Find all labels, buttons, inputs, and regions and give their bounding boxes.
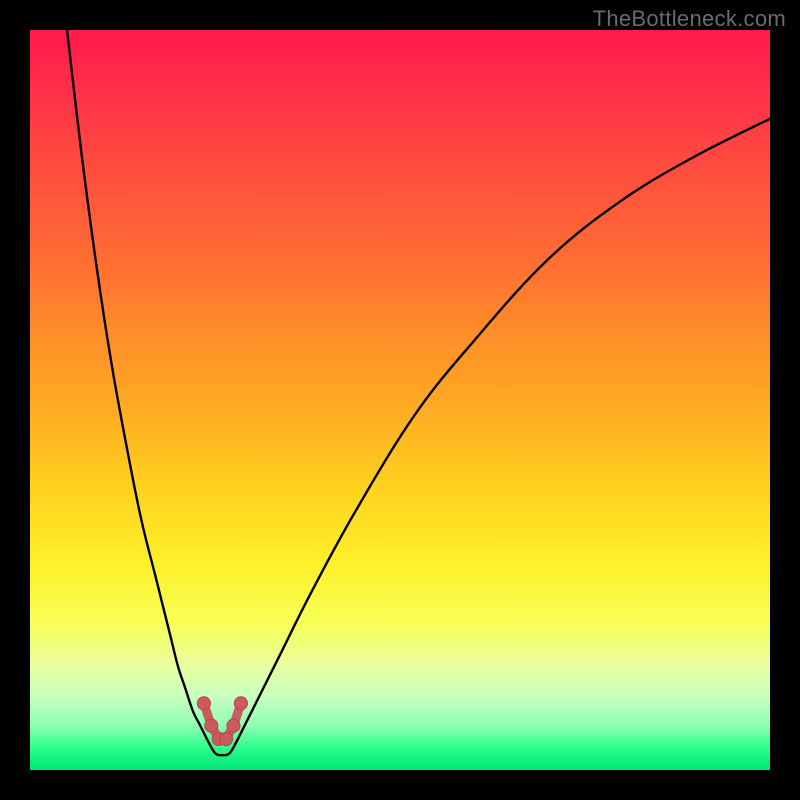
valley-marker-dot: [205, 719, 218, 732]
watermark-text: TheBottleneck.com: [593, 6, 786, 32]
valley-marker-dot: [234, 697, 247, 710]
curve-group: [67, 30, 770, 755]
valley-marker-dot: [197, 697, 210, 710]
valley-marker-group: [197, 697, 247, 746]
curve-right-branch: [237, 119, 770, 741]
curve-left-branch: [67, 30, 208, 740]
bottleneck-chart: [30, 30, 770, 770]
valley-marker-dot: [220, 732, 233, 745]
valley-marker-dot: [227, 719, 240, 732]
